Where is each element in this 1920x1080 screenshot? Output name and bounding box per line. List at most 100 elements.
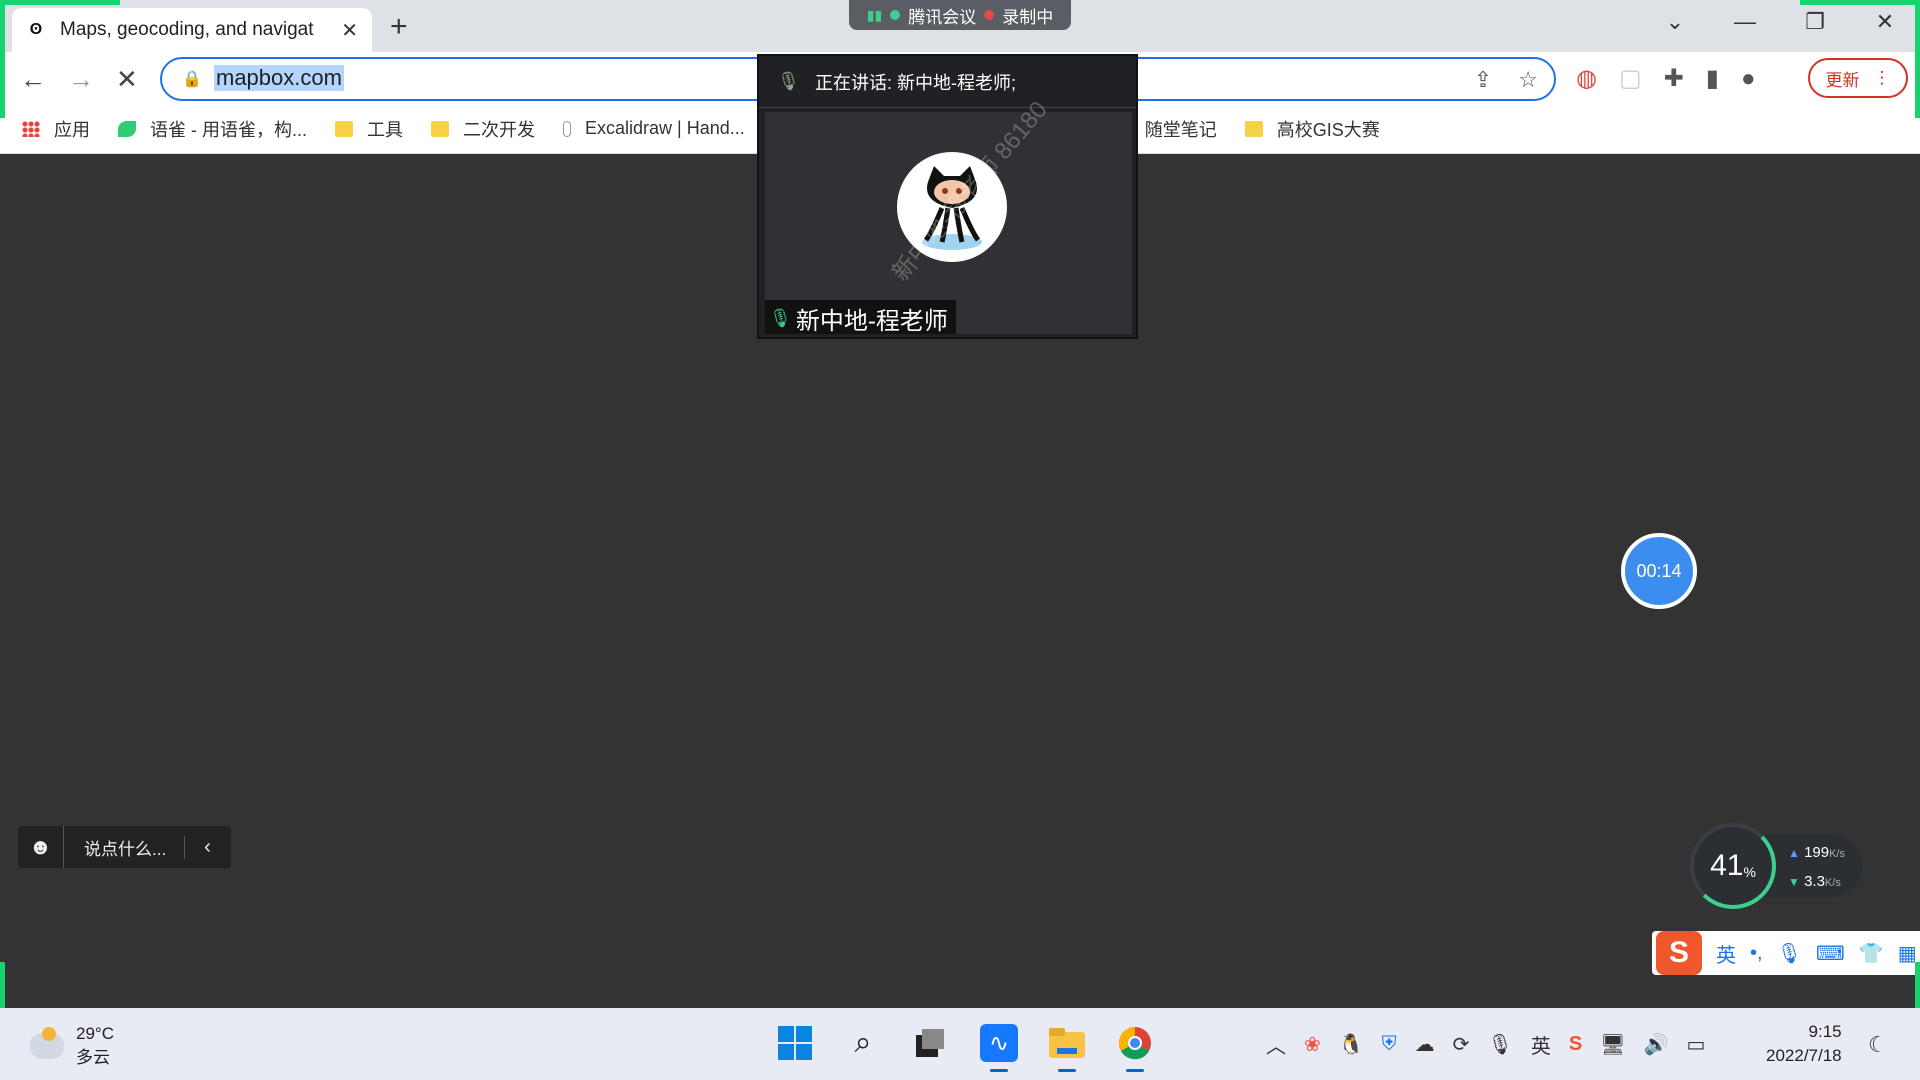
meeting-status-pill[interactable]: ▮▮ 腾讯会议 录制中 [849, 0, 1071, 30]
task-view-icon[interactable] [912, 1024, 950, 1062]
upload-speed: 199 [1804, 844, 1830, 861]
cpu-percent: 41 [1710, 849, 1744, 882]
tab-search-icon[interactable]: ⌄ [1640, 9, 1710, 35]
bookmark-excalidraw[interactable]: Excalidraw | Hand... [563, 118, 745, 139]
windows-start-icon[interactable] [776, 1024, 814, 1062]
folder-icon [431, 120, 449, 137]
profile-avatar-icon[interactable]: ● [1741, 65, 1756, 93]
weather-widget[interactable]: 29°C 多云 [30, 1022, 114, 1070]
clock-date: 2022/7/18 [1766, 1046, 1842, 1065]
upload-arrow-icon: ▲ [1788, 846, 1800, 860]
search-icon[interactable]: ⌕ [844, 1024, 882, 1062]
recording-timer[interactable]: 00:14 [1621, 533, 1697, 609]
net-speeds: ▲ 199K/s ▼ 3.3K/s [1762, 835, 1862, 897]
percent-unit: % [1743, 864, 1756, 880]
system-tray: ︿ ❀ 🐧 ⛨ ☁ ⟳ 🎙 英 S 🖥 🔊 ▭ [1266, 1030, 1705, 1059]
system-clock[interactable]: 9:15 2022/7/18 [1766, 1020, 1842, 1068]
cpu-percent-gauge: 41% [1690, 823, 1776, 909]
new-tab-button[interactable]: + [390, 10, 408, 44]
emoji-icon[interactable]: ☻ [18, 826, 64, 868]
extension-placeholder-icon[interactable]: ▢ [1619, 64, 1642, 93]
chat-input[interactable]: 说点什么... [64, 835, 184, 860]
volume-icon[interactable]: 🔊 [1644, 1032, 1669, 1057]
tencent-meeting-icon[interactable]: ∿ [980, 1024, 1018, 1072]
ime-mode[interactable]: 英 [1716, 939, 1736, 968]
keyboard-icon[interactable]: ⌨ [1816, 941, 1845, 966]
chevron-up-icon[interactable]: ︿ [1266, 1030, 1286, 1059]
bookmark-yuque[interactable]: 语雀 - 用语雀，构... [118, 116, 307, 142]
minimize-button[interactable]: — [1710, 9, 1780, 35]
sogou-logo-icon[interactable]: S [1656, 931, 1702, 975]
bookmark-apps[interactable]: 应用 [22, 116, 90, 142]
voice-input-icon[interactable]: 🎙 [1777, 941, 1802, 966]
signal-icon: ▮▮ [866, 6, 883, 23]
recording-label: 录制中 [1002, 7, 1054, 27]
bookmark-folder-gis[interactable]: 高校GIS大赛 [1244, 116, 1380, 142]
url-text[interactable]: mapbox.com [214, 65, 344, 91]
speaker-name: 新中地-程老师 [795, 307, 948, 335]
skin-icon[interactable]: 👕 [1859, 941, 1884, 966]
bookmark-label: 语雀 - 用语雀，构... [150, 119, 307, 140]
yuque-icon [118, 120, 136, 137]
puzzle-icon[interactable]: ✚ [1664, 64, 1684, 93]
share-border-mark [1915, 0, 1920, 118]
back-button[interactable]: ← [20, 64, 46, 95]
sogou-tray-icon[interactable]: S [1569, 1033, 1582, 1056]
tab-close-icon[interactable]: ✕ [341, 18, 358, 43]
file-explorer-icon[interactable] [1048, 1024, 1086, 1072]
share-border-mark [0, 0, 120, 5]
restore-button[interactable]: ❐ [1780, 9, 1850, 35]
extensions-area: ◍ ▢ ✚ ▮ ● [1576, 64, 1755, 93]
bookmark-label: 工具 [367, 119, 403, 140]
clock-time: 9:15 [1808, 1022, 1842, 1041]
active-speaker-panel[interactable]: 🎙 正在讲话: 新中地-程老师; 新中地-程老师 86180 🎙 新中地-程老师 [757, 54, 1138, 339]
google-extension-icon[interactable]: ◍ [1576, 64, 1597, 93]
microphone-icon[interactable]: 🎙 [1487, 1032, 1512, 1057]
network-meter[interactable]: ▲ 199K/s ▼ 3.3K/s 41% [1690, 823, 1868, 909]
chevron-left-icon[interactable]: ‹ [184, 835, 230, 859]
side-panel-icon[interactable]: ▮ [1706, 64, 1719, 93]
cloud-icon[interactable]: ☁ [1415, 1032, 1435, 1057]
browser-tab[interactable]: ʘ Maps, geocoding, and navigat ✕ [12, 8, 372, 52]
security-shield-icon[interactable]: ⛨ [1382, 1033, 1397, 1056]
forward-button[interactable]: → [68, 64, 94, 95]
speaking-label: 正在讲话: 新中地-程老师; [815, 72, 1016, 93]
ime-indicator[interactable]: 英 [1531, 1030, 1551, 1059]
weather-desc: 多云 [76, 1048, 110, 1067]
update-button[interactable]: 更新 ⋮ [1808, 58, 1908, 98]
ime-punct[interactable]: •, [1750, 942, 1763, 965]
microphone-icon: 🎙 [777, 71, 800, 91]
bookmark-folder-tools[interactable]: 工具 [335, 116, 403, 142]
download-arrow-icon: ▼ [1788, 875, 1800, 889]
ime-toolbar: S 英 •, 🎙 ⌨ 👕 ▦ [1652, 931, 1920, 975]
recording-dot [984, 10, 995, 20]
mapbox-icon: ʘ [29, 21, 43, 38]
more-menu-icon[interactable]: ⋮ [1874, 68, 1891, 88]
lock-icon[interactable]: 🔒 [182, 69, 202, 89]
share-border-mark [1800, 0, 1920, 5]
bookmark-folder-dev[interactable]: 二次开发 [431, 116, 535, 142]
battery-icon[interactable]: ▭ [1686, 1032, 1705, 1057]
share-border-mark [0, 0, 5, 118]
sync-icon[interactable]: ⟳ [1453, 1032, 1470, 1057]
update-label: 更新 [1825, 70, 1860, 90]
share-icon[interactable]: ⇪ [1474, 67, 1492, 93]
close-window-button[interactable]: ✕ [1850, 9, 1920, 35]
bookmark-star-icon[interactable]: ☆ [1518, 67, 1538, 93]
tab-title: Maps, geocoding, and navigat [60, 19, 314, 40]
folder-icon [335, 120, 353, 137]
focus-moon-icon[interactable]: ☾ [1868, 1032, 1888, 1058]
bookmark-label: 高校GIS大赛 [1276, 119, 1380, 140]
mic-active-icon: 🎙 [769, 307, 792, 328]
chrome-icon[interactable] [1116, 1024, 1154, 1072]
network-icon[interactable]: 🖥 [1600, 1032, 1625, 1057]
stop-loading-button[interactable]: ✕ [116, 64, 138, 95]
speaker-name-tag: 🎙 新中地-程老师 [765, 300, 956, 335]
grid-menu-icon[interactable]: ▦ [1898, 941, 1917, 966]
speed-unit: K/s [1824, 877, 1841, 889]
apps-grid-icon [22, 120, 40, 137]
qq-penguin-icon[interactable]: 🐧 [1339, 1032, 1364, 1057]
meeting-active-dot [890, 10, 901, 20]
speaker-header: 🎙 正在讲话: 新中地-程老师; [759, 56, 1136, 108]
swirl-app-icon[interactable]: ❀ [1304, 1032, 1321, 1057]
